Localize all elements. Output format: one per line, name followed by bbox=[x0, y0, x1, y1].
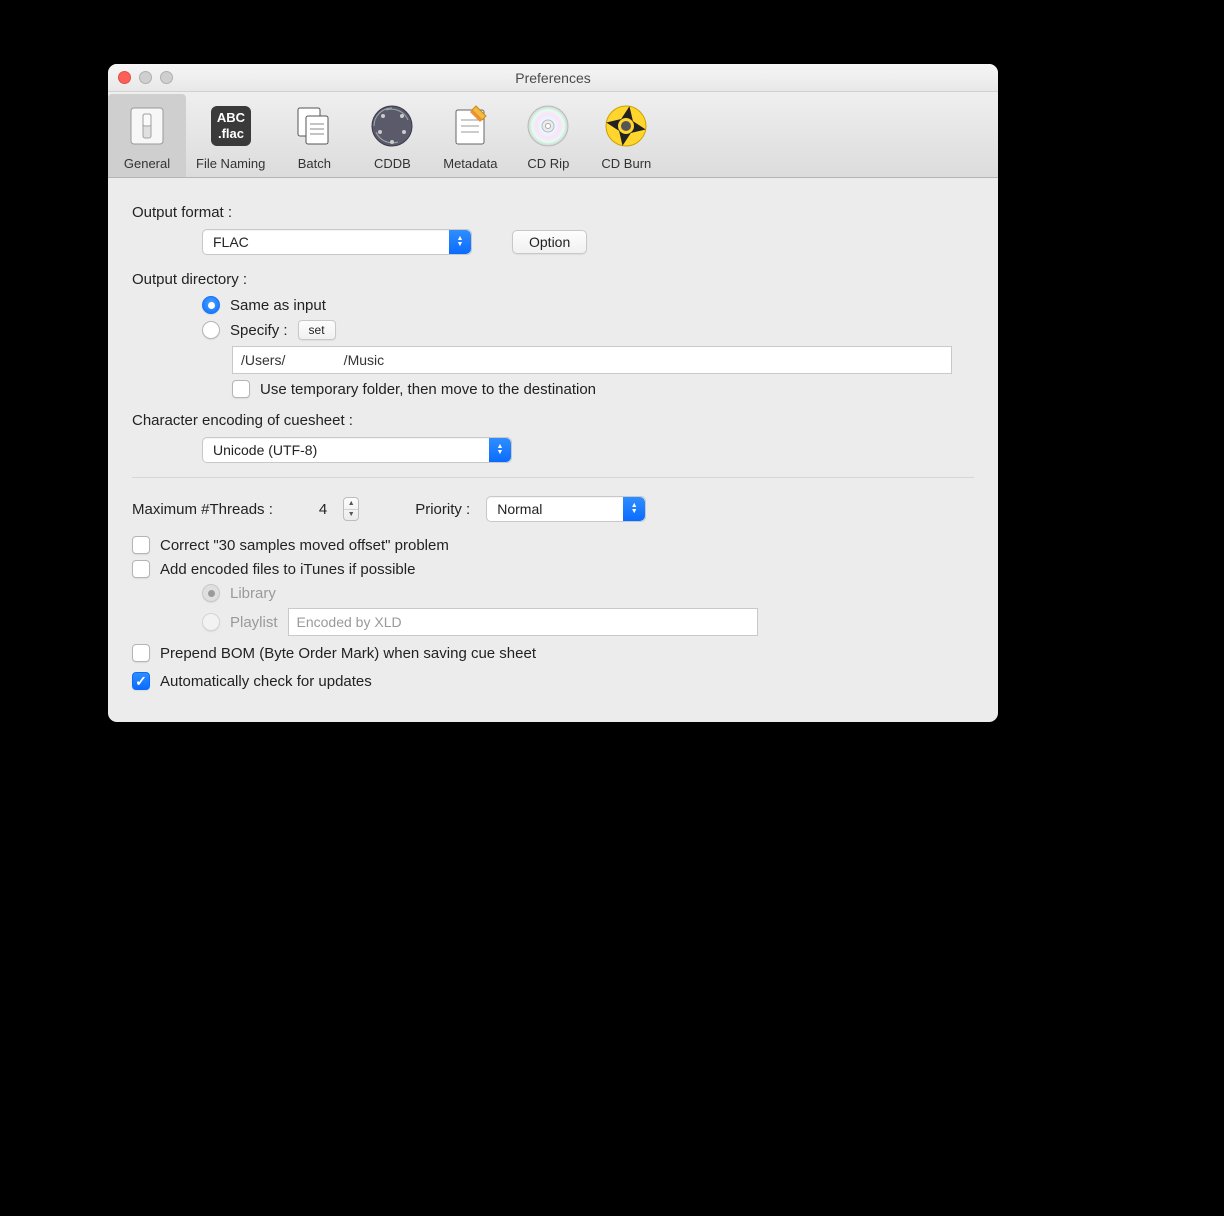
toolbar: General ABC .flac File Naming bbox=[108, 92, 998, 178]
tab-label: General bbox=[124, 156, 170, 171]
chevron-updown-icon: ▲▼ bbox=[449, 230, 471, 254]
itunes-playlist-name-field: Encoded by XLD bbox=[288, 608, 758, 636]
minimize-button[interactable] bbox=[139, 71, 152, 84]
radio-itunes-playlist bbox=[202, 613, 220, 631]
output-directory-label: Output directory : bbox=[132, 271, 974, 288]
output-directory-path[interactable]: /Users/ /Music bbox=[232, 346, 952, 374]
radio-same-as-input-label: Same as input bbox=[230, 297, 326, 314]
tab-label: File Naming bbox=[196, 156, 265, 171]
traffic-lights bbox=[118, 71, 173, 84]
window-title: Preferences bbox=[515, 70, 590, 86]
content-pane: Output format : FLAC ▲▼ Option Output di… bbox=[108, 178, 998, 722]
checkbox-use-temp-folder[interactable] bbox=[232, 380, 250, 398]
svg-text:ABC: ABC bbox=[217, 110, 246, 125]
titlebar: Preferences bbox=[108, 64, 998, 92]
tab-cddb[interactable]: CDDB bbox=[353, 94, 431, 177]
priority-label: Priority : bbox=[415, 501, 470, 518]
cuesheet-encoding-value: Unicode (UTF-8) bbox=[203, 442, 489, 458]
tab-label: Metadata bbox=[443, 156, 497, 171]
auto-update-label: Automatically check for updates bbox=[160, 673, 372, 690]
tab-batch[interactable]: Batch bbox=[275, 94, 353, 177]
burn-icon bbox=[600, 100, 652, 152]
checkbox-add-to-itunes[interactable] bbox=[132, 560, 150, 578]
priority-popup[interactable]: Normal ▲▼ bbox=[486, 496, 646, 522]
metadata-icon bbox=[444, 100, 496, 152]
cuesheet-encoding-label: Character encoding of cuesheet : bbox=[132, 412, 974, 429]
checkbox-auto-update[interactable] bbox=[132, 672, 150, 690]
radio-itunes-library bbox=[202, 584, 220, 602]
tab-metadata[interactable]: Metadata bbox=[431, 94, 509, 177]
general-icon bbox=[121, 100, 173, 152]
tab-general[interactable]: General bbox=[108, 94, 186, 177]
output-format-popup[interactable]: FLAC ▲▼ bbox=[202, 229, 472, 255]
tab-cd-rip[interactable]: CD Rip bbox=[509, 94, 587, 177]
use-temp-folder-label: Use temporary folder, then move to the d… bbox=[260, 381, 596, 398]
batch-icon bbox=[288, 100, 340, 152]
cddb-icon bbox=[366, 100, 418, 152]
chevron-updown-icon: ▲▼ bbox=[623, 497, 645, 521]
radio-same-as-input[interactable] bbox=[202, 296, 220, 314]
itunes-playlist-label: Playlist bbox=[230, 614, 278, 631]
file-naming-icon: ABC .flac bbox=[205, 100, 257, 152]
threads-value: 4 bbox=[319, 501, 327, 518]
separator bbox=[132, 477, 974, 478]
stepper-up-icon: ▲ bbox=[344, 498, 358, 510]
itunes-library-label: Library bbox=[230, 585, 276, 602]
tab-label: CDDB bbox=[374, 156, 411, 171]
radio-specify-label: Specify : bbox=[230, 322, 288, 339]
chevron-updown-icon: ▲▼ bbox=[489, 438, 511, 462]
preferences-window: Preferences General ABC .flac File bbox=[108, 64, 998, 722]
add-to-itunes-label: Add encoded files to iTunes if possible bbox=[160, 561, 415, 578]
zoom-button[interactable] bbox=[160, 71, 173, 84]
close-button[interactable] bbox=[118, 71, 131, 84]
svg-text:.flac: .flac bbox=[218, 126, 244, 141]
prepend-bom-label: Prepend BOM (Byte Order Mark) when savin… bbox=[160, 645, 536, 662]
output-format-label: Output format : bbox=[132, 204, 974, 221]
correct-offset-label: Correct "30 samples moved offset" proble… bbox=[160, 537, 449, 554]
cuesheet-encoding-popup[interactable]: Unicode (UTF-8) ▲▼ bbox=[202, 437, 512, 463]
checkbox-prepend-bom[interactable] bbox=[132, 644, 150, 662]
cd-icon bbox=[522, 100, 574, 152]
option-button[interactable]: Option bbox=[512, 230, 587, 254]
priority-value: Normal bbox=[487, 501, 623, 517]
threads-label: Maximum #Threads : bbox=[132, 501, 273, 518]
stepper-down-icon: ▼ bbox=[344, 510, 358, 521]
tab-file-naming[interactable]: ABC .flac File Naming bbox=[186, 94, 275, 177]
tab-label: CD Burn bbox=[601, 156, 651, 171]
tab-label: Batch bbox=[298, 156, 331, 171]
checkbox-correct-offset[interactable] bbox=[132, 536, 150, 554]
itunes-playlist-name-value: Encoded by XLD bbox=[297, 614, 402, 630]
tab-label: CD Rip bbox=[527, 156, 569, 171]
radio-specify[interactable] bbox=[202, 321, 220, 339]
tab-cd-burn[interactable]: CD Burn bbox=[587, 94, 665, 177]
set-button[interactable]: set bbox=[298, 320, 336, 340]
threads-stepper[interactable]: ▲ ▼ bbox=[343, 497, 359, 521]
output-directory-path-text: /Users/ /Music bbox=[241, 352, 384, 368]
output-format-value: FLAC bbox=[203, 234, 449, 250]
